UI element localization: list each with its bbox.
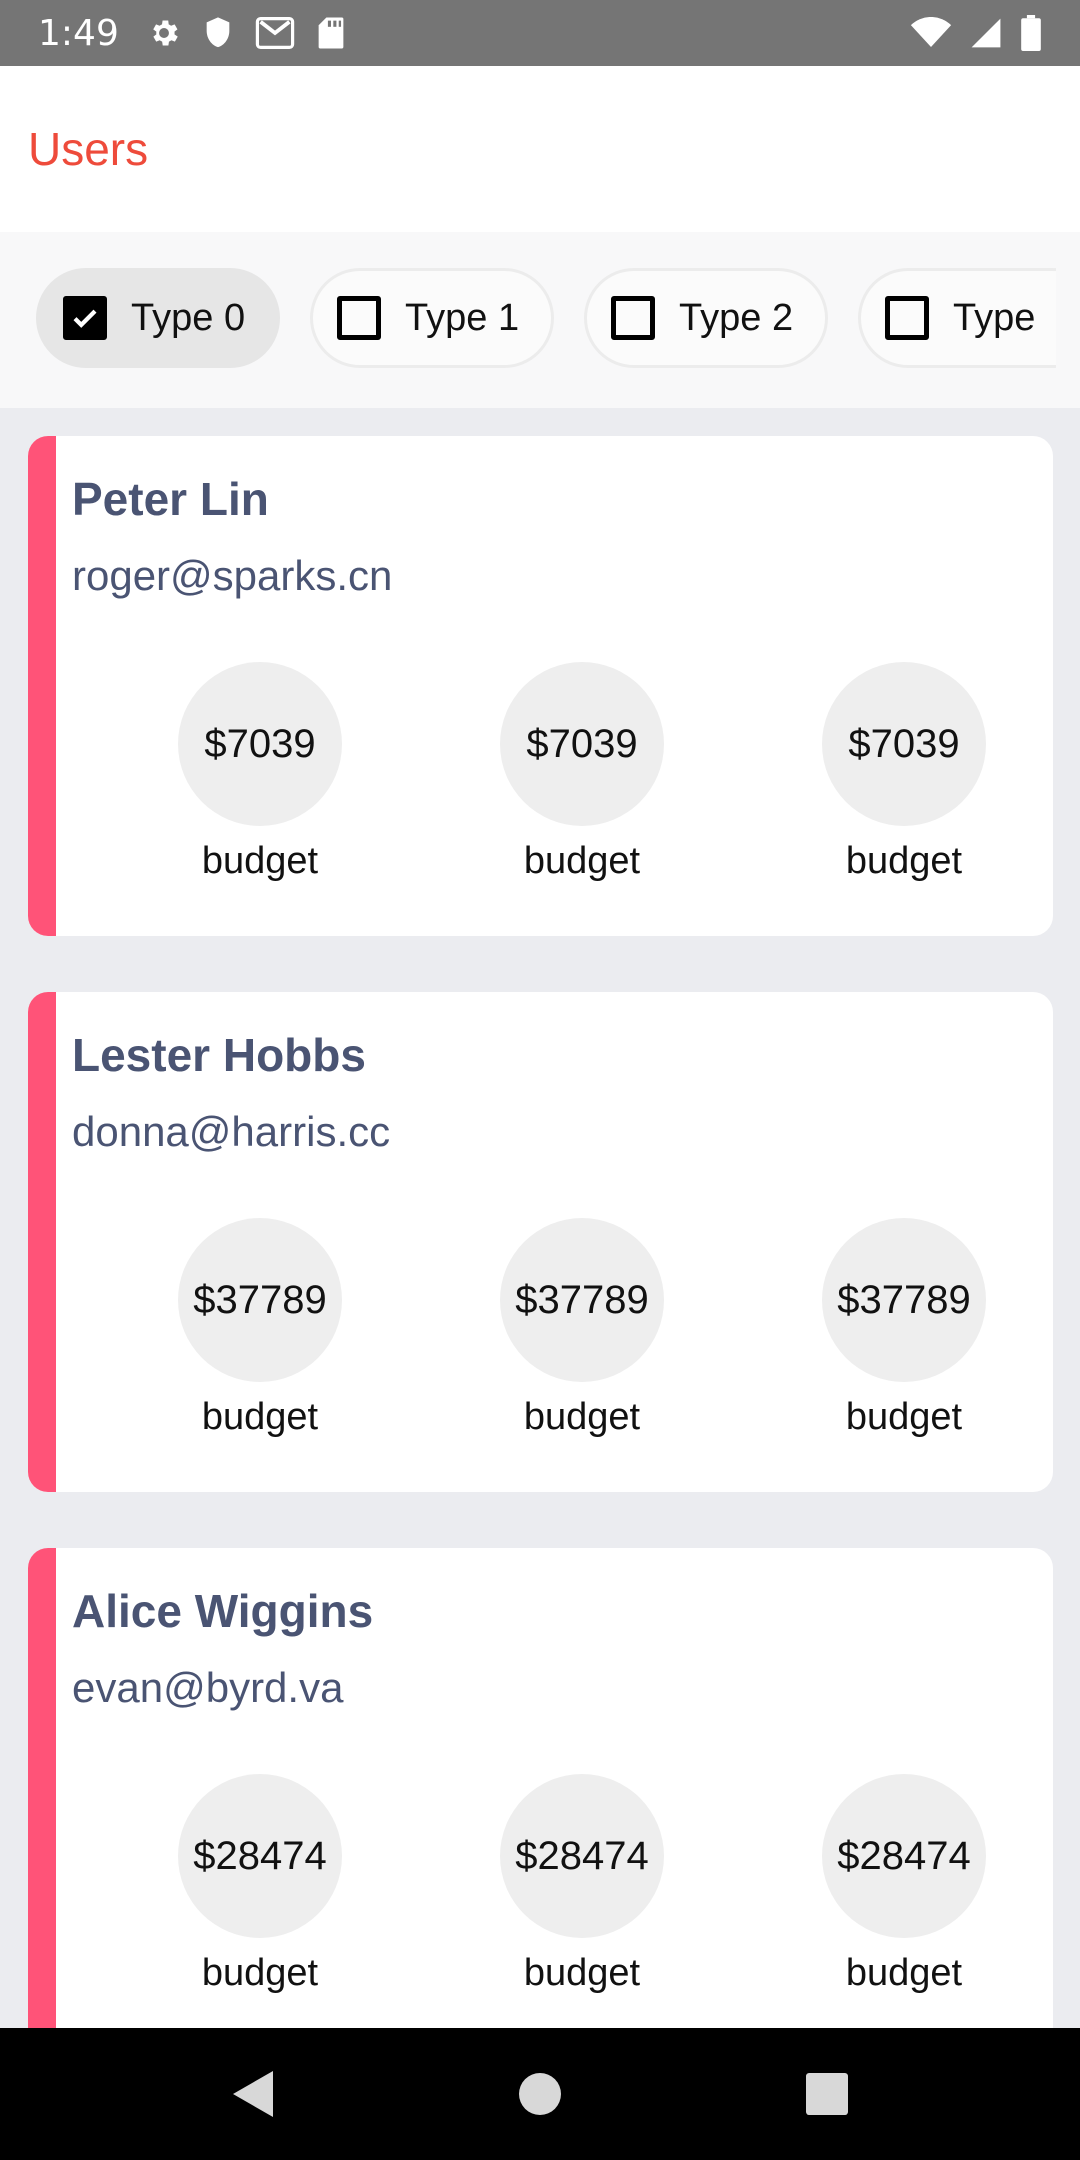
- battery-icon: [1020, 15, 1042, 51]
- stat-label: budget: [523, 1952, 641, 1994]
- sd-card-icon: [317, 16, 345, 50]
- user-email: evan@byrd.va: [72, 1664, 344, 1711]
- stat-value: $7039: [500, 662, 664, 826]
- user-stats: $7039 budget $7039 budget $7039 budget: [28, 662, 1053, 892]
- stat-label: budget: [523, 1396, 641, 1438]
- status-time: 1:49: [38, 12, 119, 54]
- filter-chip-label: Type 2: [679, 296, 794, 339]
- stat-value: $28474: [822, 1774, 986, 1938]
- stat-value: $37789: [822, 1218, 986, 1382]
- app-bar: Users: [0, 66, 1080, 232]
- home-icon[interactable]: [480, 2034, 600, 2154]
- filter-chip-type-2[interactable]: Type 2: [584, 268, 828, 368]
- status-icons-right: [910, 15, 1042, 51]
- user-name: Lester Hobbs: [72, 1029, 366, 1081]
- stat-value: $28474: [500, 1774, 664, 1938]
- stat-item: $28474 budget: [482, 1774, 682, 1995]
- checkbox-unchecked-icon[interactable]: [337, 296, 381, 340]
- stat-value: $7039: [822, 662, 986, 826]
- user-card[interactable]: Peter Lin roger@sparks.cn $7039 budget $…: [28, 436, 1053, 936]
- stat-value: $37789: [178, 1218, 342, 1382]
- page-title: Users: [28, 123, 149, 175]
- stat-item: $28474 budget: [160, 1774, 360, 1995]
- wifi-icon: [910, 17, 952, 49]
- recents-icon[interactable]: [767, 2034, 887, 2154]
- checkbox-checked-icon[interactable]: [63, 296, 107, 340]
- stat-item: $37789 budget: [804, 1218, 1004, 1439]
- system-nav-bar: [0, 2028, 1080, 2160]
- stat-label: budget: [201, 1952, 319, 1994]
- stat-value: $7039: [178, 662, 342, 826]
- signal-icon: [970, 17, 1002, 49]
- back-icon[interactable]: [193, 2034, 313, 2154]
- user-name: Alice Wiggins: [72, 1585, 374, 1637]
- stat-item: $7039 budget: [804, 662, 1004, 883]
- checkbox-unchecked-icon[interactable]: [885, 296, 929, 340]
- checkbox-unchecked-icon[interactable]: [611, 296, 655, 340]
- gmail-icon: [255, 17, 295, 49]
- stat-label: budget: [845, 1396, 963, 1438]
- stat-item: $37789 budget: [160, 1218, 360, 1439]
- filter-chip-row[interactable]: Type 0 Type 1 Type 2 Type: [0, 232, 1080, 408]
- shield-icon: [203, 16, 233, 50]
- user-list[interactable]: Peter Lin roger@sparks.cn $7039 budget $…: [28, 436, 1053, 2104]
- stat-label: budget: [845, 1952, 963, 1994]
- user-stats: $28474 budget $28474 budget $28474 budge…: [28, 1774, 1053, 2004]
- user-stats: $37789 budget $37789 budget $37789 budge…: [28, 1218, 1053, 1448]
- stat-item: $7039 budget: [482, 662, 682, 883]
- stat-label: budget: [201, 840, 319, 882]
- stat-label: budget: [201, 1396, 319, 1438]
- user-card[interactable]: Alice Wiggins evan@byrd.va $28474 budget…: [28, 1548, 1053, 2048]
- filter-chip-type-1[interactable]: Type 1: [310, 268, 554, 368]
- filter-chip-label: Type: [953, 296, 1036, 339]
- stat-item: $37789 budget: [482, 1218, 682, 1439]
- user-card[interactable]: Lester Hobbs donna@harris.cc $37789 budg…: [28, 992, 1053, 1492]
- stat-value: $28474: [178, 1774, 342, 1938]
- filter-chip-label: Type 1: [405, 296, 520, 339]
- stat-item: $28474 budget: [804, 1774, 1004, 1995]
- stat-label: budget: [523, 840, 641, 882]
- user-email: donna@harris.cc: [72, 1108, 391, 1155]
- stat-label: budget: [845, 840, 963, 882]
- user-name: Peter Lin: [72, 473, 269, 525]
- filter-chip-label: Type 0: [131, 296, 246, 339]
- stat-item: $7039 budget: [160, 662, 360, 883]
- user-email: roger@sparks.cn: [72, 552, 393, 599]
- gear-icon: [147, 16, 181, 50]
- filter-chip-type-0[interactable]: Type 0: [36, 268, 280, 368]
- filter-chip-type-3[interactable]: Type: [858, 268, 1056, 368]
- status-icons-left: [147, 16, 345, 50]
- status-bar: 1:49: [0, 0, 1080, 66]
- filter-chip-track: Type 0 Type 1 Type 2 Type: [36, 268, 1056, 374]
- stat-value: $37789: [500, 1218, 664, 1382]
